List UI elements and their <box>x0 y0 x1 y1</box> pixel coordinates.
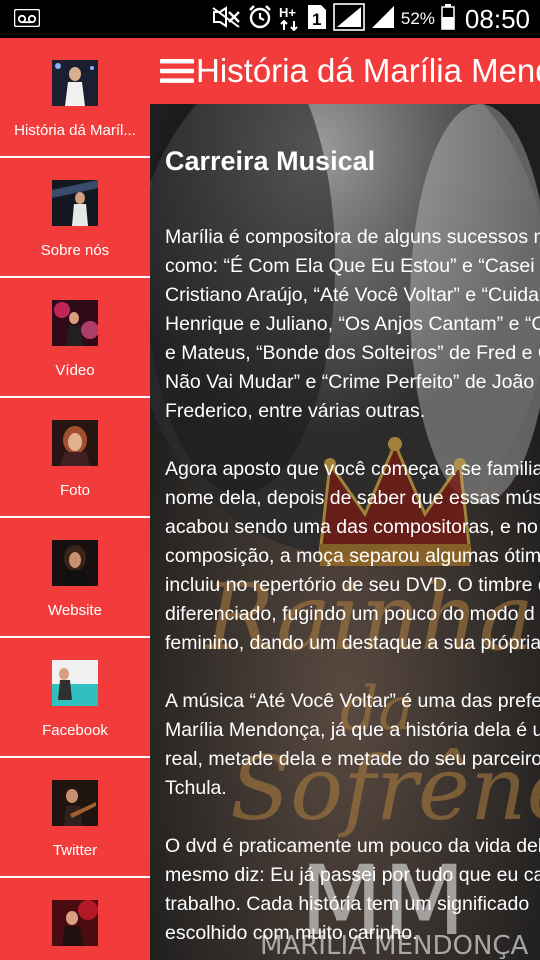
hplus-icon: H+ <box>279 3 301 36</box>
thumbnail-image <box>52 900 98 946</box>
article-paragraph-2: Agora aposto que você começa a se famili… <box>165 458 540 654</box>
thumbnail-image <box>52 540 98 586</box>
article-paragraph-4: O dvd é praticamente um pouco da vida de… <box>165 835 540 944</box>
sim1-icon: 1 <box>307 4 327 35</box>
app-toolbar: História dá Marília Mendonça <box>150 38 540 104</box>
mute-icon <box>211 5 241 33</box>
thumbnail-image <box>52 660 98 706</box>
article-heading: Carreira Musical <box>165 146 376 176</box>
navigation-drawer: História dá Maríl... Sobre nós Vídeo Fot… <box>0 38 150 960</box>
page-title: História dá Marília Mendonça <box>196 52 540 89</box>
nav-item-historia[interactable]: História dá Maríl... <box>0 38 150 158</box>
alarm-icon <box>247 4 273 35</box>
thumbnail-image <box>52 420 98 466</box>
nav-item-label: Foto <box>59 482 90 499</box>
thumbnail-image <box>52 300 98 346</box>
status-bar: H+ 1 52% 08:50 <box>0 0 540 38</box>
article: Carreira Musical Marília é compositora d… <box>165 146 540 960</box>
thumbnail-image <box>52 780 98 826</box>
signal-icon <box>333 2 365 36</box>
battery-icon <box>441 3 455 35</box>
thumbnail-image <box>52 180 98 226</box>
signal2-icon <box>371 5 395 34</box>
nav-item-label: Website <box>48 602 102 619</box>
article-content[interactable]: Rainha da Sofrência MM MARÍLIA MENDONÇA … <box>150 104 540 960</box>
nav-item-label: Sobre nós <box>40 242 110 259</box>
article-paragraph-1: Marília é compositora de alguns sucessos… <box>165 226 540 422</box>
nav-item-label: Twitter <box>52 842 98 859</box>
thumbnail-image <box>52 60 98 106</box>
svg-text:H+: H+ <box>279 5 296 20</box>
nav-item-label: Facebook <box>42 722 108 739</box>
battery-percent: 52% <box>400 9 435 28</box>
nav-item-label: Vídeo <box>55 362 95 379</box>
nav-item-facebook[interactable]: Facebook <box>0 638 150 758</box>
nav-item-more[interactable] <box>0 878 150 960</box>
nav-item-label: História dá Maríl... <box>14 122 136 139</box>
nav-item-website[interactable]: Website <box>0 518 150 638</box>
voicemail-icon <box>13 8 41 32</box>
article-paragraph-3: A música “Até Você Voltar” é uma das pre… <box>165 690 540 799</box>
nav-item-sobre-nos[interactable]: Sobre nós <box>0 158 150 278</box>
hamburger-icon[interactable] <box>160 38 194 104</box>
nav-item-video[interactable]: Vídeo <box>0 278 150 398</box>
clock: 08:50 <box>464 3 530 34</box>
nav-item-twitter[interactable]: Twitter <box>0 758 150 878</box>
svg-text:1: 1 <box>312 10 321 29</box>
nav-item-foto[interactable]: Foto <box>0 398 150 518</box>
